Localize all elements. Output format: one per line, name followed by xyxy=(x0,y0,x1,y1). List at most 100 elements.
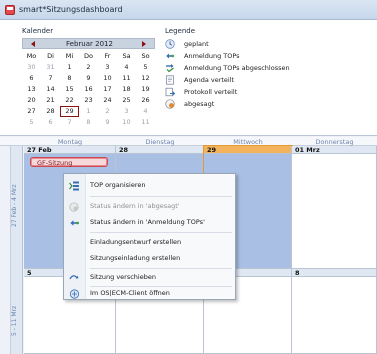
calendar-day[interactable]: 2 xyxy=(79,62,98,73)
weekday: Fr xyxy=(104,52,111,60)
day-cell[interactable]: 8 xyxy=(292,269,377,354)
week-range-2: 5 - 11 Mrz xyxy=(11,305,18,337)
calendar-day[interactable]: 11 xyxy=(136,117,155,128)
next-month-icon[interactable] xyxy=(142,41,146,47)
menu-separator xyxy=(90,232,232,233)
menu-separator xyxy=(90,268,232,269)
calendar-day[interactable]: 16 xyxy=(79,84,98,95)
left-strip xyxy=(0,146,11,354)
menu-item-label: Status ändern in 'abgesagt' xyxy=(90,202,180,210)
calendar-day[interactable]: 9 xyxy=(98,117,117,128)
menu-item-move-meeting[interactable]: Sitzung verschieben xyxy=(64,270,235,286)
calendar-day[interactable]: 4 xyxy=(136,106,155,117)
menu-item-organize-top[interactable]: TOP organisieren xyxy=(64,178,235,194)
calendar-day[interactable]: 27 xyxy=(22,106,41,117)
menu-item-status-register[interactable]: Status ändern in 'Anmeldung TOPs' xyxy=(64,215,235,231)
calendar-day[interactable]: 24 xyxy=(98,95,117,106)
calendar-day[interactable]: 31 xyxy=(41,62,60,73)
calendar-day[interactable]: 5 xyxy=(136,62,155,73)
appointment-gf-sitzung[interactable]: GF-Sitzung xyxy=(30,157,108,167)
week-range-1: 27 Feb - 4 Mrz xyxy=(11,184,18,228)
calendar-day[interactable]: 8 xyxy=(60,73,79,84)
menu-item-status-cancelled[interactable]: Status ändern in 'abgesagt' xyxy=(64,199,235,215)
menu-item-create-invitation[interactable]: Sitzungseinladung erstellen xyxy=(64,251,235,267)
week-label-1[interactable]: 27 Feb - 4 Mrz xyxy=(11,146,23,269)
calendar-day[interactable]: 9 xyxy=(79,73,98,84)
calendar-day[interactable]: 6 xyxy=(22,73,41,84)
calendar-day[interactable]: 7 xyxy=(41,73,60,84)
calendar-day[interactable]: 14 xyxy=(41,84,60,95)
legend-label-agenda: Agenda verteilt xyxy=(184,76,235,84)
week-label-2[interactable]: 5 - 11 Mrz xyxy=(11,269,23,354)
menu-item-open-ecm[interactable]: Im OS|ECM-Client öffnen xyxy=(64,286,235,302)
calendar-day[interactable]: 1 xyxy=(60,62,79,73)
day-header-tuesday: Dienstag xyxy=(145,138,175,146)
agenda-icon xyxy=(165,75,175,85)
calendar-day[interactable]: 1 xyxy=(79,106,98,117)
day-cell[interactable]: 01 Mrz xyxy=(292,146,377,269)
calendar-day[interactable]: 8 xyxy=(79,117,98,128)
calendar-day[interactable]: 20 xyxy=(22,95,41,106)
menu-item-create-draft[interactable]: Einladungsentwurf erstellen xyxy=(64,235,235,251)
calendar-day[interactable]: 25 xyxy=(117,95,136,106)
calendar-day[interactable]: 23 xyxy=(79,95,98,106)
app-icon xyxy=(5,5,15,15)
weekday: Sa xyxy=(122,52,131,60)
calendar-day[interactable]: 3 xyxy=(98,62,117,73)
week-header: Montag Dienstag Mittwoch Donnerstag xyxy=(0,137,377,146)
day-number: 8 xyxy=(295,269,300,277)
calendar-day[interactable]: 10 xyxy=(98,73,117,84)
calendar-day[interactable]: 6 xyxy=(41,117,60,128)
menu-item-label: Sitzungseinladung erstellen xyxy=(90,254,181,262)
calendar-week-row: 5 6 7 8 9 10 11 xyxy=(22,117,155,128)
calendar-day[interactable]: 30 xyxy=(22,62,41,73)
calendar-day[interactable]: 21 xyxy=(41,95,60,106)
day-date-bar xyxy=(292,269,376,277)
legend-label-register-tops-done: Anmeldung TOPs abgeschlossen xyxy=(184,64,290,72)
calendar-day[interactable]: 18 xyxy=(117,84,136,95)
day-header-thursday: Donnerstag xyxy=(315,138,354,146)
calendar-day-today[interactable]: 29 xyxy=(60,106,79,117)
register-tops-done-icon xyxy=(165,63,175,73)
calendar-label: Kalender xyxy=(22,27,54,35)
calendar-day[interactable]: 11 xyxy=(117,73,136,84)
calendar-day[interactable]: 10 xyxy=(117,117,136,128)
calendar-grid: Mo Di Mi Do Fr Sa So 30 31 1 2 3 4 5 6 7… xyxy=(22,51,155,128)
day-number: 29 xyxy=(207,146,217,154)
organize-icon xyxy=(69,181,80,191)
move-icon xyxy=(69,273,80,283)
calendar-week-row: 6 7 8 9 10 11 12 xyxy=(22,73,155,84)
day-number: 01 Mrz xyxy=(295,146,320,154)
calendar-day[interactable]: 3 xyxy=(117,106,136,117)
legend-label-cancelled: abgesagt xyxy=(184,100,215,108)
calendar-day[interactable]: 15 xyxy=(60,84,79,95)
calendar-day[interactable]: 22 xyxy=(60,95,79,106)
legend-label-protocol: Protokoll verteilt xyxy=(184,88,238,96)
weekday: Mo xyxy=(26,52,37,60)
weekday: Mi xyxy=(65,52,74,60)
legend-item-planned: geplant xyxy=(165,38,365,50)
day-number: 5 xyxy=(27,269,32,277)
app-window: smart*Sitzungsdashboard Kalender Legende… xyxy=(0,0,377,354)
ecm-icon xyxy=(69,289,80,299)
weekday: So xyxy=(141,52,150,60)
menu-item-label: TOP organisieren xyxy=(90,181,146,189)
calendar-header: Februar 2012 xyxy=(22,38,155,49)
calendar-day[interactable]: 28 xyxy=(41,106,60,117)
calendar-day[interactable]: 2 xyxy=(98,106,117,117)
calendar-week-row: 30 31 1 2 3 4 5 xyxy=(22,62,155,73)
calendar-day[interactable]: 12 xyxy=(136,73,155,84)
legend-item-cancelled: abgesagt xyxy=(165,98,365,110)
menu-item-label: Status ändern in 'Anmeldung TOPs' xyxy=(90,218,205,226)
calendar-day[interactable]: 5 xyxy=(22,117,41,128)
calendar-day[interactable]: 26 xyxy=(136,95,155,106)
calendar-day[interactable]: 13 xyxy=(22,84,41,95)
legend-item-register-tops: Anmeldung TOPs xyxy=(165,50,365,62)
calendar-day[interactable]: 17 xyxy=(98,84,117,95)
day-number: 28 xyxy=(119,146,129,154)
day-header-monday: Montag xyxy=(57,138,83,146)
calendar-day[interactable]: 4 xyxy=(117,62,136,73)
register-status-icon xyxy=(69,218,80,228)
calendar-day[interactable]: 7 xyxy=(60,117,79,128)
calendar-day[interactable]: 19 xyxy=(136,84,155,95)
